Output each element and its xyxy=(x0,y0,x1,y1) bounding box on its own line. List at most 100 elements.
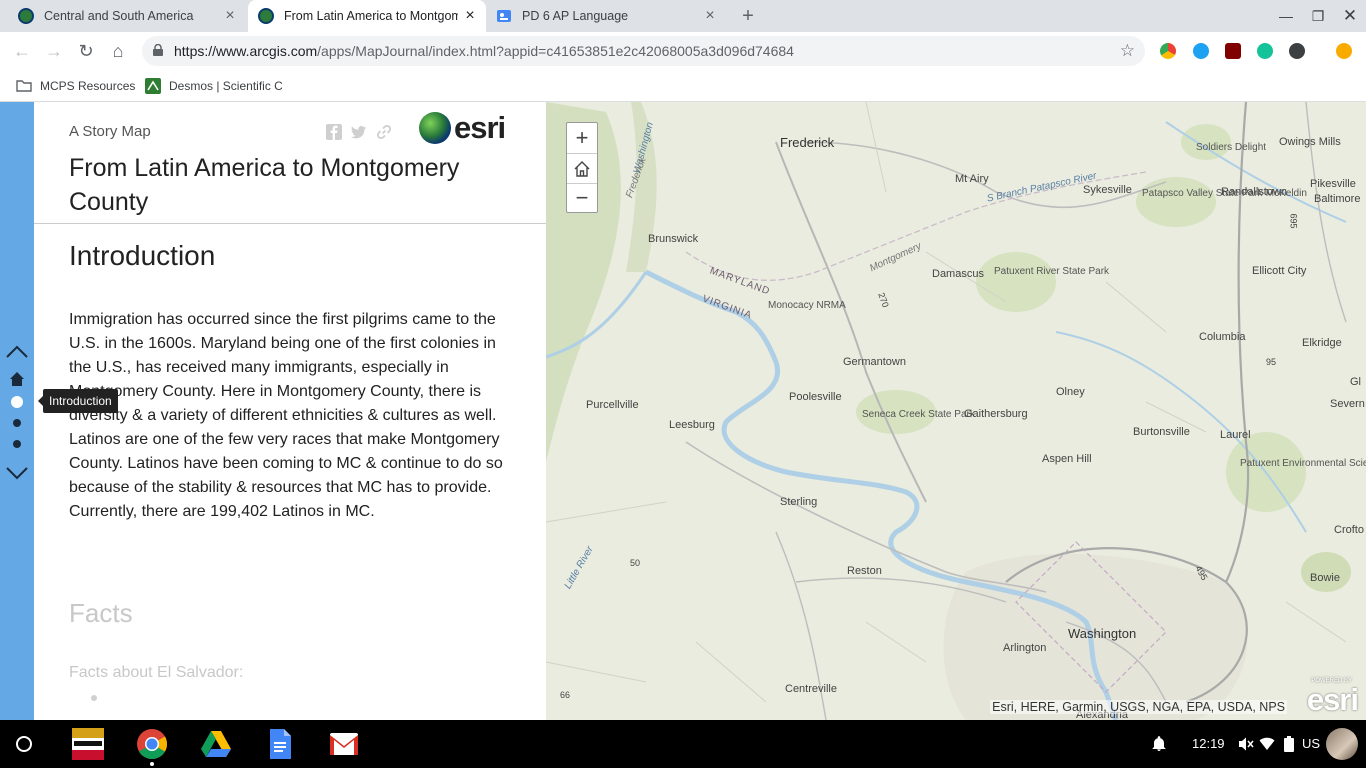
map-label-mt-airy: Mt Airy xyxy=(955,173,989,185)
facebook-icon[interactable] xyxy=(326,124,342,140)
tab-title: PD 6 AP Language xyxy=(522,9,629,23)
nav-dot-section-3[interactable] xyxy=(13,440,21,448)
extension-icon[interactable] xyxy=(1160,43,1176,59)
map-label-gl: Gl xyxy=(1350,376,1361,388)
clock-time[interactable]: 12:19 xyxy=(1192,720,1225,768)
close-icon[interactable]: × xyxy=(222,8,238,24)
nav-dot-introduction[interactable] xyxy=(11,396,23,408)
reload-icon[interactable]: ↻ xyxy=(74,39,98,63)
chevron-down-icon[interactable] xyxy=(4,465,30,481)
home-icon[interactable]: ⌂ xyxy=(106,39,130,63)
tab-central-south-america[interactable]: Central and South America × xyxy=(0,0,246,32)
map-label-severn: Severn xyxy=(1330,398,1365,410)
extension-shield-dark-icon[interactable] xyxy=(1289,43,1305,59)
url-path: /apps/MapJournal/index.html?appid=c41653… xyxy=(317,43,794,59)
map-label-leesburg: Leesburg xyxy=(669,419,715,431)
extension-shield-icon[interactable] xyxy=(1193,43,1209,59)
close-icon[interactable]: × xyxy=(462,8,478,24)
restore-icon[interactable]: ❐ xyxy=(1306,4,1330,28)
launcher-icon[interactable] xyxy=(16,736,32,752)
gmail-app-icon[interactable] xyxy=(328,728,360,760)
map-label-centreville: Centreville xyxy=(785,683,837,695)
nav-dot-facts[interactable] xyxy=(13,419,21,427)
volume-muted-icon[interactable] xyxy=(1238,736,1254,752)
update-alert-icon[interactable] xyxy=(1336,43,1352,59)
tab-title: From Latin America to Montgom xyxy=(284,9,458,23)
twitter-icon[interactable] xyxy=(351,124,367,140)
bookmark-label: MCPS Resources xyxy=(40,79,136,93)
window-close-icon[interactable]: ✕ xyxy=(1338,4,1362,28)
lock-icon xyxy=(153,44,163,56)
map-label-crofton: Crofto xyxy=(1334,524,1364,536)
folder-icon xyxy=(16,80,32,92)
chevron-up-icon[interactable] xyxy=(4,344,30,360)
map-label-burtonsville: Burtonsville xyxy=(1133,426,1190,438)
map-view[interactable]: Frederick Mt Airy Sykesville Soldiers De… xyxy=(546,102,1366,720)
forward-icon[interactable]: → xyxy=(42,39,66,63)
map-label-columbia: Columbia xyxy=(1199,331,1246,343)
map-label-monocacy: Monocacy NRMA xyxy=(768,300,846,311)
zoom-in-button[interactable]: + xyxy=(567,123,597,153)
ublock-icon[interactable] xyxy=(1225,43,1241,59)
running-indicator xyxy=(150,762,154,766)
url-host: https://www.arcgis.com xyxy=(174,43,318,59)
home-extent-icon[interactable] xyxy=(567,154,597,184)
grammarly-icon[interactable] xyxy=(1257,43,1273,59)
esri-logo-text: esri xyxy=(454,110,506,145)
minimize-icon[interactable]: — xyxy=(1274,4,1298,28)
tab-title: Central and South America xyxy=(44,9,194,23)
tab-pd6-ap-language[interactable]: PD 6 AP Language × xyxy=(486,0,726,32)
map-zoom-control: + − xyxy=(566,122,598,213)
map-label-washington: Washington xyxy=(1068,626,1137,641)
docs-app-icon[interactable] xyxy=(264,728,296,760)
list-bullet xyxy=(91,695,97,701)
battery-icon[interactable] xyxy=(1284,736,1294,752)
drive-app-icon[interactable] xyxy=(200,728,232,760)
map-label-laurel: Laurel xyxy=(1220,429,1251,441)
zoom-out-button[interactable]: − xyxy=(567,183,597,213)
map-label-olney: Olney xyxy=(1056,386,1085,398)
chrome-app-icon[interactable] xyxy=(136,728,168,760)
map-label-elkridge: Elkridge xyxy=(1302,337,1342,349)
map-label-poolesville: Poolesville xyxy=(789,391,842,403)
section-tooltip: Introduction xyxy=(38,389,118,413)
globe-icon xyxy=(258,8,274,24)
map-label-patapsco: Patapsco Valley State Park-McKeldin xyxy=(1142,188,1307,200)
map-label-patuxent-river: Patuxent River State Park xyxy=(994,266,1109,277)
notification-bell-icon[interactable] xyxy=(1151,736,1167,752)
esri-globe-icon xyxy=(419,112,451,144)
md-education-app-icon[interactable] xyxy=(72,728,104,760)
story-header: A Story Map esri From Latin America to M… xyxy=(34,102,546,224)
keyboard-locale[interactable]: US xyxy=(1302,720,1320,768)
close-icon[interactable]: × xyxy=(702,8,718,24)
bookmark-desmos[interactable]: Desmos | Scientific C xyxy=(145,76,282,96)
map-label-ellicott: Ellicott City xyxy=(1252,265,1307,277)
esri-logo[interactable]: esri xyxy=(419,110,519,146)
section-title-facts: Facts xyxy=(69,598,133,628)
esri-map-logo-text: esri xyxy=(1306,682,1359,717)
map-label-sykesville: Sykesville xyxy=(1083,184,1132,196)
map-label-pikesville: Pikesville xyxy=(1310,178,1356,190)
bookmark-label: Desmos | Scientific C xyxy=(169,79,282,93)
bookmark-star-icon[interactable]: ☆ xyxy=(1120,41,1135,61)
map-label-sterling: Sterling xyxy=(780,496,818,508)
tab-latin-america-montgomery[interactable]: From Latin America to Montgom × xyxy=(248,0,486,32)
back-icon[interactable]: ← xyxy=(10,39,34,63)
map-label-seneca: Seneca Creek State Park xyxy=(862,409,975,420)
user-avatar[interactable] xyxy=(1326,728,1358,760)
map-label-route-50: 50 xyxy=(630,558,641,568)
map-attribution[interactable]: Esri, HERE, Garmin, USGS, NGA, EPA, USDA… xyxy=(990,700,1287,714)
slides-icon xyxy=(497,10,511,22)
map-label-brunswick: Brunswick xyxy=(648,233,699,245)
home-icon[interactable] xyxy=(9,371,25,387)
section-body-introduction: Immigration has occurred since the first… xyxy=(69,311,503,520)
url-text: https://www.arcgis.com/apps/MapJournal/i… xyxy=(174,43,794,59)
address-bar[interactable]: https://www.arcgis.com/apps/MapJournal/i… xyxy=(142,36,1145,66)
link-icon[interactable] xyxy=(376,124,392,140)
map-label-frederick: Frederick xyxy=(780,135,835,150)
wifi-icon[interactable] xyxy=(1259,736,1275,752)
esri-map-logo[interactable]: POWERED BY esri xyxy=(1306,678,1359,718)
map-label-soldiers-delight: Soldiers Delight xyxy=(1196,142,1267,153)
bookmark-mcps-resources[interactable]: MCPS Resources xyxy=(16,76,136,96)
new-tab-button[interactable]: + xyxy=(738,6,758,26)
